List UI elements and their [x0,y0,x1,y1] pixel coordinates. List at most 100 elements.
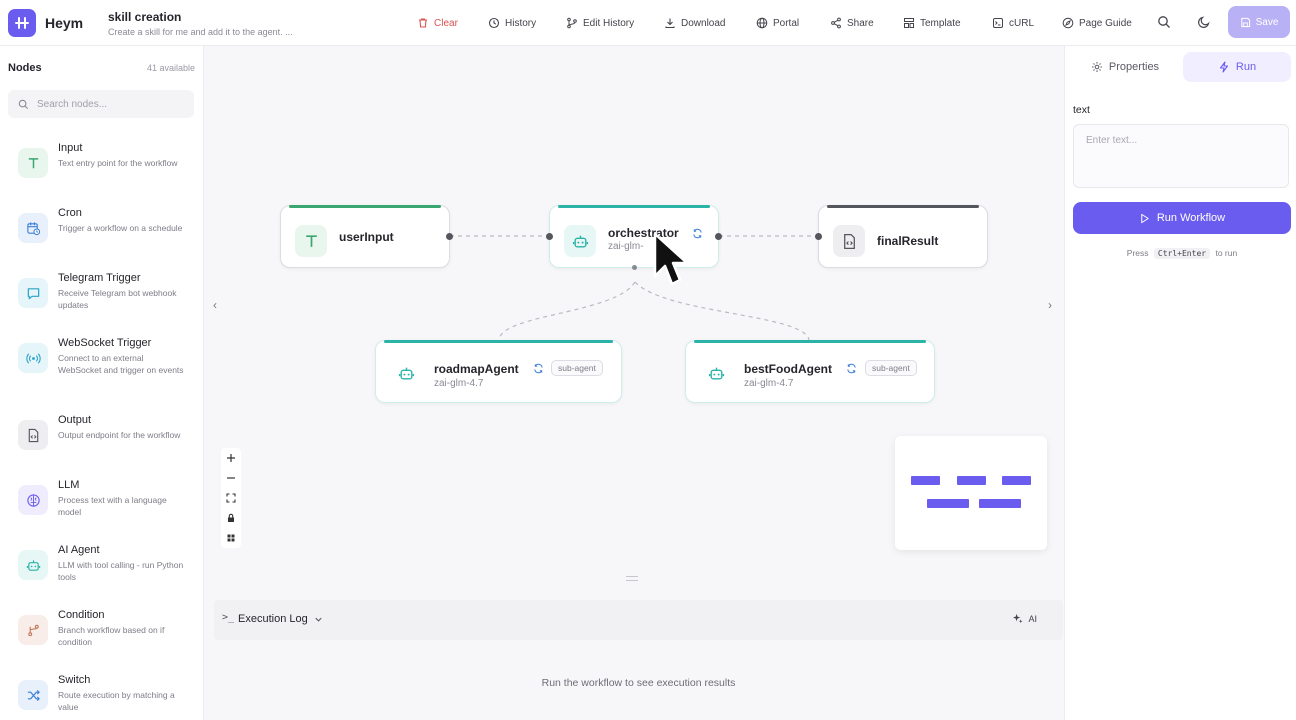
download-button[interactable]: Download [664,15,725,31]
agent-handle[interactable] [632,265,637,270]
gear-icon [1091,62,1102,72]
ai-button[interactable]: AI [1012,613,1037,624]
search-icon[interactable] [1157,15,1171,29]
edit-history-button[interactable]: Edit History [566,15,634,31]
code-file-icon [28,428,38,442]
minimap-node [927,499,969,508]
robot-icon [572,235,588,248]
save-button[interactable]: Save [1228,6,1290,38]
collapse-right-arrow[interactable]: › [1048,298,1052,312]
moon-icon[interactable] [1197,15,1211,29]
node-description: Route execution by matching a value [58,690,175,712]
node-icon-bg [700,357,732,389]
lock-button[interactable] [221,508,241,528]
clear-label: Clear [434,17,458,29]
save-label: Save [1255,16,1279,28]
app-name: Heym [45,15,84,31]
tab-run[interactable]: Run [1183,52,1291,82]
workflow-description: Create a skill for me and add it to the … [108,27,293,37]
node-icon-bg [18,680,48,710]
node-icon-bg [18,485,48,515]
sidebar-item-condition[interactable]: Condition Branch workflow based on if co… [0,609,203,673]
node-icon-bg [833,225,865,257]
minimap-node [911,476,940,485]
node-orchestrator[interactable]: orchestrator zai-glm- [546,205,722,270]
node-model: zai-glm-4.7 [434,378,484,389]
node-icon-bg [18,343,48,373]
node-name: Output [58,414,92,426]
node-name: Switch [58,674,91,686]
chat-icon [27,287,39,299]
node-description: Connect to an external WebSocket and tri… [58,353,184,375]
curl-button[interactable]: cURL [992,15,1034,31]
app-logo[interactable] [8,9,36,37]
download-label: Download [681,17,726,29]
execution-log-header[interactable]: >_ Execution Log AI [214,600,1063,640]
portal-button[interactable]: Portal [756,15,799,31]
node-best-food-agent[interactable]: bestFoodAgent zai-glm-4.7 sub-agent [685,340,935,403]
input-handle[interactable] [815,233,822,240]
node-description: Trigger a workflow on a schedule [58,223,183,233]
execution-log-empty-state: Run the workflow to see execution result… [541,677,736,689]
workflow-title[interactable]: skill creation [108,10,181,24]
calendar-clock-icon [26,221,40,235]
template-button[interactable]: Template [903,15,961,31]
node-icon-bg [390,357,422,389]
node-search-input[interactable] [37,98,177,110]
output-handle[interactable] [715,233,722,240]
zoom-out-button[interactable] [221,468,241,488]
clear-button[interactable]: Clear [417,15,458,31]
zoom-in-button[interactable] [221,448,241,468]
history-button[interactable]: History [488,15,536,31]
sidebar-item-switch[interactable]: Switch Route execution by matching a val… [0,674,203,720]
play-icon [1141,213,1149,223]
sync-icon[interactable] [846,363,857,374]
node-description: Text entry point for the workflow [58,158,178,168]
node-icon-bg [18,278,48,308]
output-handle[interactable] [446,233,453,240]
sync-icon[interactable] [533,363,544,374]
share-label: Share [847,17,874,29]
run-workflow-label: Run Workflow [1156,212,1226,224]
tab-run-label: Run [1235,61,1257,73]
terminal-prompt-icon: >_ [222,612,235,623]
panel-resize-handle[interactable] [626,576,638,581]
input-handle[interactable] [546,233,553,240]
lightning-icon [1219,61,1228,73]
tab-properties[interactable]: Properties [1073,52,1177,82]
page-guide-button[interactable]: Page Guide [1062,15,1132,31]
sidebar-item-cron[interactable]: Cron Trigger a workflow on a schedule [0,207,203,271]
node-model: zai-glm- [608,241,644,252]
sync-icon[interactable] [692,228,703,239]
template-icon [904,18,914,28]
node-roadmap-agent[interactable]: roadmapAgent zai-glm-4.7 sub-agent [375,340,622,403]
plus-icon [227,454,235,462]
minimap[interactable] [895,436,1047,550]
lock-icon [228,513,234,522]
node-name: Condition [58,609,105,621]
search-icon [18,99,29,109]
node-user-input[interactable]: userInput [280,205,453,268]
text-input[interactable] [1073,124,1289,188]
sidebar-item-websocket-trigger[interactable]: WebSocket Trigger Connect to an external… [0,337,203,401]
sidebar-item-llm[interactable]: LLM Process text with a language model [0,479,203,543]
edit-history-label: Edit History [583,17,635,29]
node-icon-bg [18,420,48,450]
execution-log-toggle[interactable]: Execution Log [238,613,323,625]
minimap-node [1002,476,1031,485]
sidebar-item-telegram-trigger[interactable]: Telegram Trigger Receive Telegram bot we… [0,272,203,336]
run-workflow-button[interactable]: Run Workflow [1073,202,1291,234]
node-final-result[interactable]: finalResult [815,205,988,268]
sidebar-item-output[interactable]: Output Output endpoint for the workflow [0,414,203,478]
grid-button[interactable] [221,528,241,548]
node-name: finalResult [877,234,939,248]
collapse-left-arrow[interactable]: ‹ [213,298,217,312]
share-button[interactable]: Share [830,15,874,31]
sidebar-item-ai-agent[interactable]: AI Agent LLM with tool calling - run Pyt… [0,544,203,608]
minimap-node [957,476,986,485]
node-name: LLM [58,479,80,491]
workflow-canvas[interactable]: userInput orchestrator zai-glm- finalRes… [205,46,1063,562]
node-search[interactable] [8,90,194,118]
sidebar-item-input[interactable]: Input Text entry point for the workflow [0,142,203,206]
fit-view-button[interactable] [221,488,241,508]
